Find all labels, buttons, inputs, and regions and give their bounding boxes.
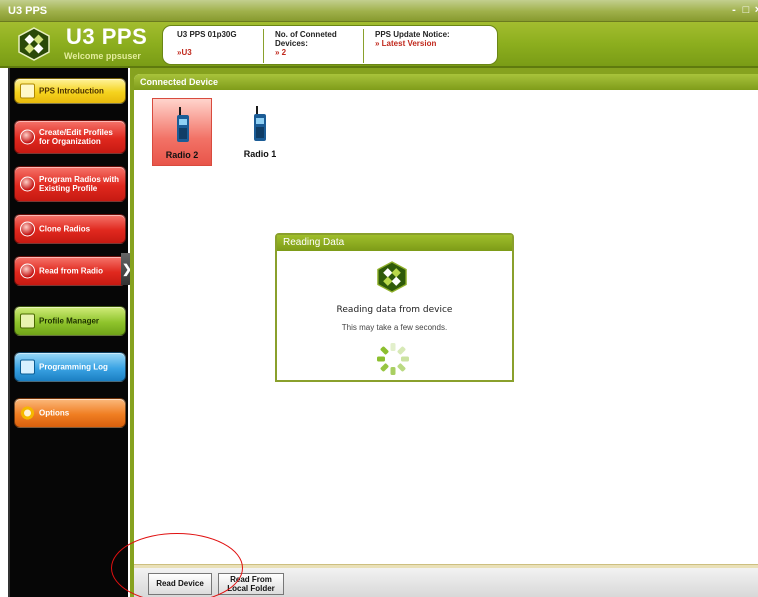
device-label: Radio 1 <box>243 149 277 159</box>
connected-device-panel: Connected Device Radio 2 Radio 1 Reading… <box>134 74 758 568</box>
info-devices-label: No. of Conneted Devices: <box>275 30 337 48</box>
dialog-message: Reading data from device <box>336 305 453 315</box>
info-update: PPS Update Notice: » Latest Version <box>367 30 487 62</box>
divider <box>263 29 264 63</box>
sidebar: PPS Introduction Create/Edit Profiles fo… <box>8 68 133 597</box>
folder-icon <box>20 313 35 329</box>
radio-badge-icon <box>20 221 35 237</box>
info-update-value: » Latest Version <box>375 39 437 48</box>
info-version-value: »U3 <box>177 48 192 57</box>
sidebar-item-label: Create/Edit Profiles for Organization <box>39 128 113 146</box>
radio-badge-icon <box>20 129 35 145</box>
app-header: U3 PPS Welcome ppsuser U3 PPS 01p30G »U3… <box>0 22 758 68</box>
app-logo-icon <box>377 261 407 293</box>
device-radio-2[interactable]: Radio 2 <box>152 98 212 166</box>
maximize-icon[interactable]: □ <box>740 4 752 16</box>
reading-data-dialog: Reading Data Reading data from device Th… <box>275 233 514 382</box>
annotation-circle <box>111 533 243 597</box>
minimize-icon[interactable]: - <box>728 4 740 16</box>
sidebar-item-label: Program Radios with Existing Profile <box>39 175 120 193</box>
sidebar-item-program-radios[interactable]: Program Radios with Existing Profile <box>14 166 126 202</box>
brand-name: U3 PPS <box>66 24 148 49</box>
window-title: U3 PPS <box>8 5 48 17</box>
sidebar-item-label: Read from Radio <box>39 266 104 276</box>
log-icon <box>20 359 35 375</box>
sidebar-item-profile-manager[interactable]: Profile Manager <box>14 306 126 336</box>
loading-spinner-icon <box>377 343 409 375</box>
divider <box>363 29 364 63</box>
radio-icon <box>254 106 266 141</box>
radio-badge-icon <box>20 176 35 192</box>
main-panel: Connected Device Radio 2 Radio 1 Reading… <box>130 68 758 597</box>
info-devices: No. of Conneted Devices: » 2 <box>267 30 367 62</box>
info-version-label: U3 PPS 01p30G <box>177 30 237 39</box>
section-title: Connected Device <box>134 74 758 90</box>
dialog-submessage: This may take a few seconds. <box>341 323 448 332</box>
sidebar-item-label: Options <box>39 408 70 418</box>
app-logo-icon <box>18 27 50 61</box>
info-devices-value: » 2 <box>275 48 287 57</box>
sidebar-item-label: Clone Radios <box>39 224 91 234</box>
device-label: Radio 2 <box>165 150 199 160</box>
sidebar-item-label: PPS Introduction <box>39 86 104 96</box>
gear-icon <box>20 405 35 421</box>
device-radio-1[interactable]: Radio 1 <box>230 98 290 166</box>
info-bar: U3 PPS 01p30G »U3 No. of Conneted Device… <box>162 25 498 65</box>
sidebar-item-create-edit-profiles[interactable]: Create/Edit Profiles for Organization <box>14 120 126 154</box>
sidebar-item-label: Profile Manager <box>39 316 100 326</box>
info-version: U3 PPS 01p30G »U3 <box>169 30 261 62</box>
close-icon[interactable]: × <box>752 4 758 16</box>
sidebar-item-pps-introduction[interactable]: PPS Introduction <box>14 78 126 104</box>
title-bar: U3 PPS - □ × <box>0 0 758 22</box>
sidebar-item-programming-log[interactable]: Programming Log <box>14 352 126 382</box>
radio-icon <box>177 107 189 142</box>
info-update-label: PPS Update Notice: <box>375 30 450 39</box>
sidebar-item-read-from-radio[interactable]: Read from Radio <box>14 256 126 286</box>
document-icon <box>20 83 35 99</box>
dialog-title: Reading Data <box>277 235 512 251</box>
sidebar-item-options[interactable]: Options <box>14 398 126 428</box>
welcome-text: Welcome ppsuser <box>64 51 141 61</box>
sidebar-item-label: Programming Log <box>39 362 108 372</box>
radio-badge-icon <box>20 263 35 279</box>
sidebar-item-clone-radios[interactable]: Clone Radios <box>14 214 126 244</box>
